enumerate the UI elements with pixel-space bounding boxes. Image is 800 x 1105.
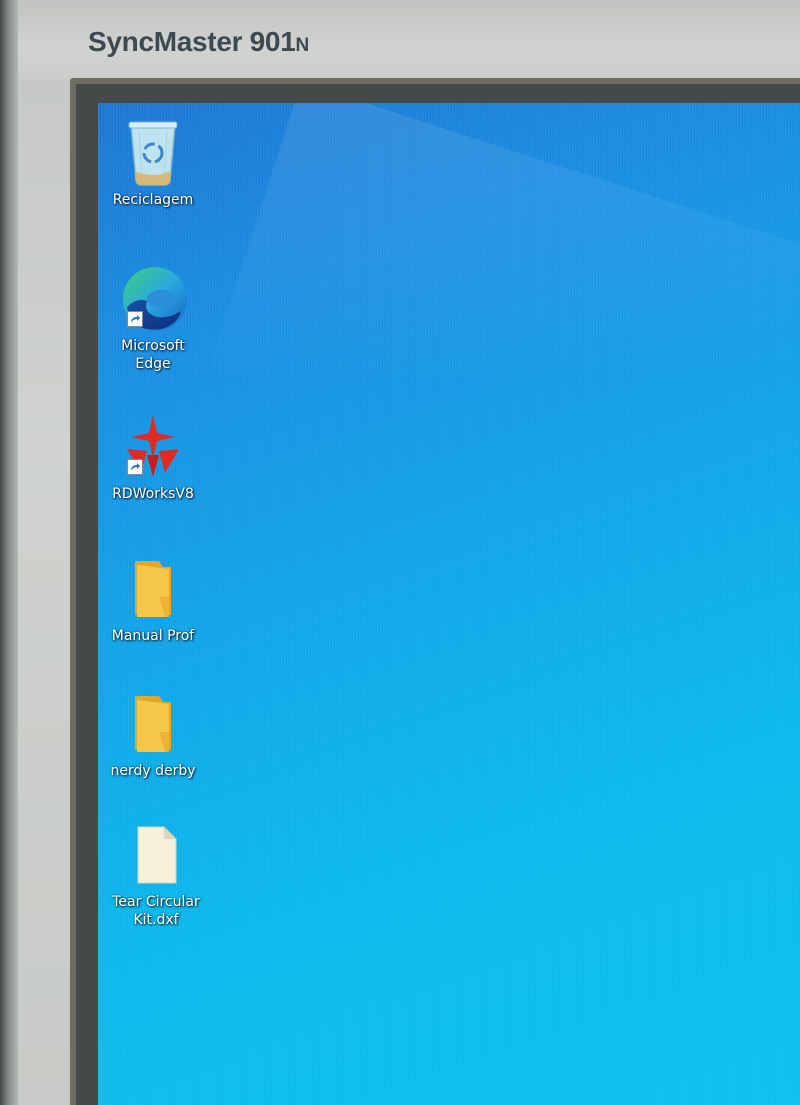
desktop-icon-microsoft-edge[interactable]: Microsoft Edge — [103, 263, 203, 373]
desktop-icon-label: RDWorksV8 — [112, 486, 194, 502]
monitor-bezel-edge — [0, 0, 18, 1105]
monitor-photo: SyncMaster 901N Reciclagem Microsoft Edg… — [0, 0, 800, 1105]
monitor-brand-main: SyncMaster 901 — [88, 26, 296, 57]
shortcut-arrow-icon — [127, 459, 143, 475]
rdworks-icon — [117, 411, 189, 483]
desktop-icon-nerdy-derby[interactable]: nerdy derby — [103, 688, 203, 780]
monitor-brand-label: SyncMaster 901N — [88, 26, 309, 58]
monitor-brand-suffix: N — [295, 35, 310, 56]
desktop-icon-label: Tear Circular Kit.dxf — [112, 894, 200, 928]
desktop-icon-label: nerdy derby — [110, 763, 196, 779]
folder-icon — [117, 688, 189, 760]
desktop-icon-label: Manual Prof — [111, 628, 195, 644]
folder-icon — [117, 553, 189, 625]
desktop-icon-label: Microsoft Edge — [121, 338, 185, 372]
shortcut-arrow-icon — [127, 311, 143, 327]
desktop-icon-rdworks[interactable]: RDWorksV8 — [103, 411, 203, 503]
recycle-bin-icon — [117, 117, 189, 189]
edge-icon — [117, 263, 189, 335]
file-icon — [120, 819, 192, 891]
desktop-icon-recycle-bin[interactable]: Reciclagem — [103, 117, 203, 209]
desktop-icon-tear-circular-kit[interactable]: Tear Circular Kit.dxf — [106, 819, 206, 929]
desktop-icon-label: Reciclagem — [112, 192, 194, 208]
desktop-icon-manual-prof[interactable]: Manual Prof — [103, 553, 203, 645]
desktop[interactable]: Reciclagem Microsoft Edge RDWorksV8 Manu… — [98, 103, 800, 1105]
